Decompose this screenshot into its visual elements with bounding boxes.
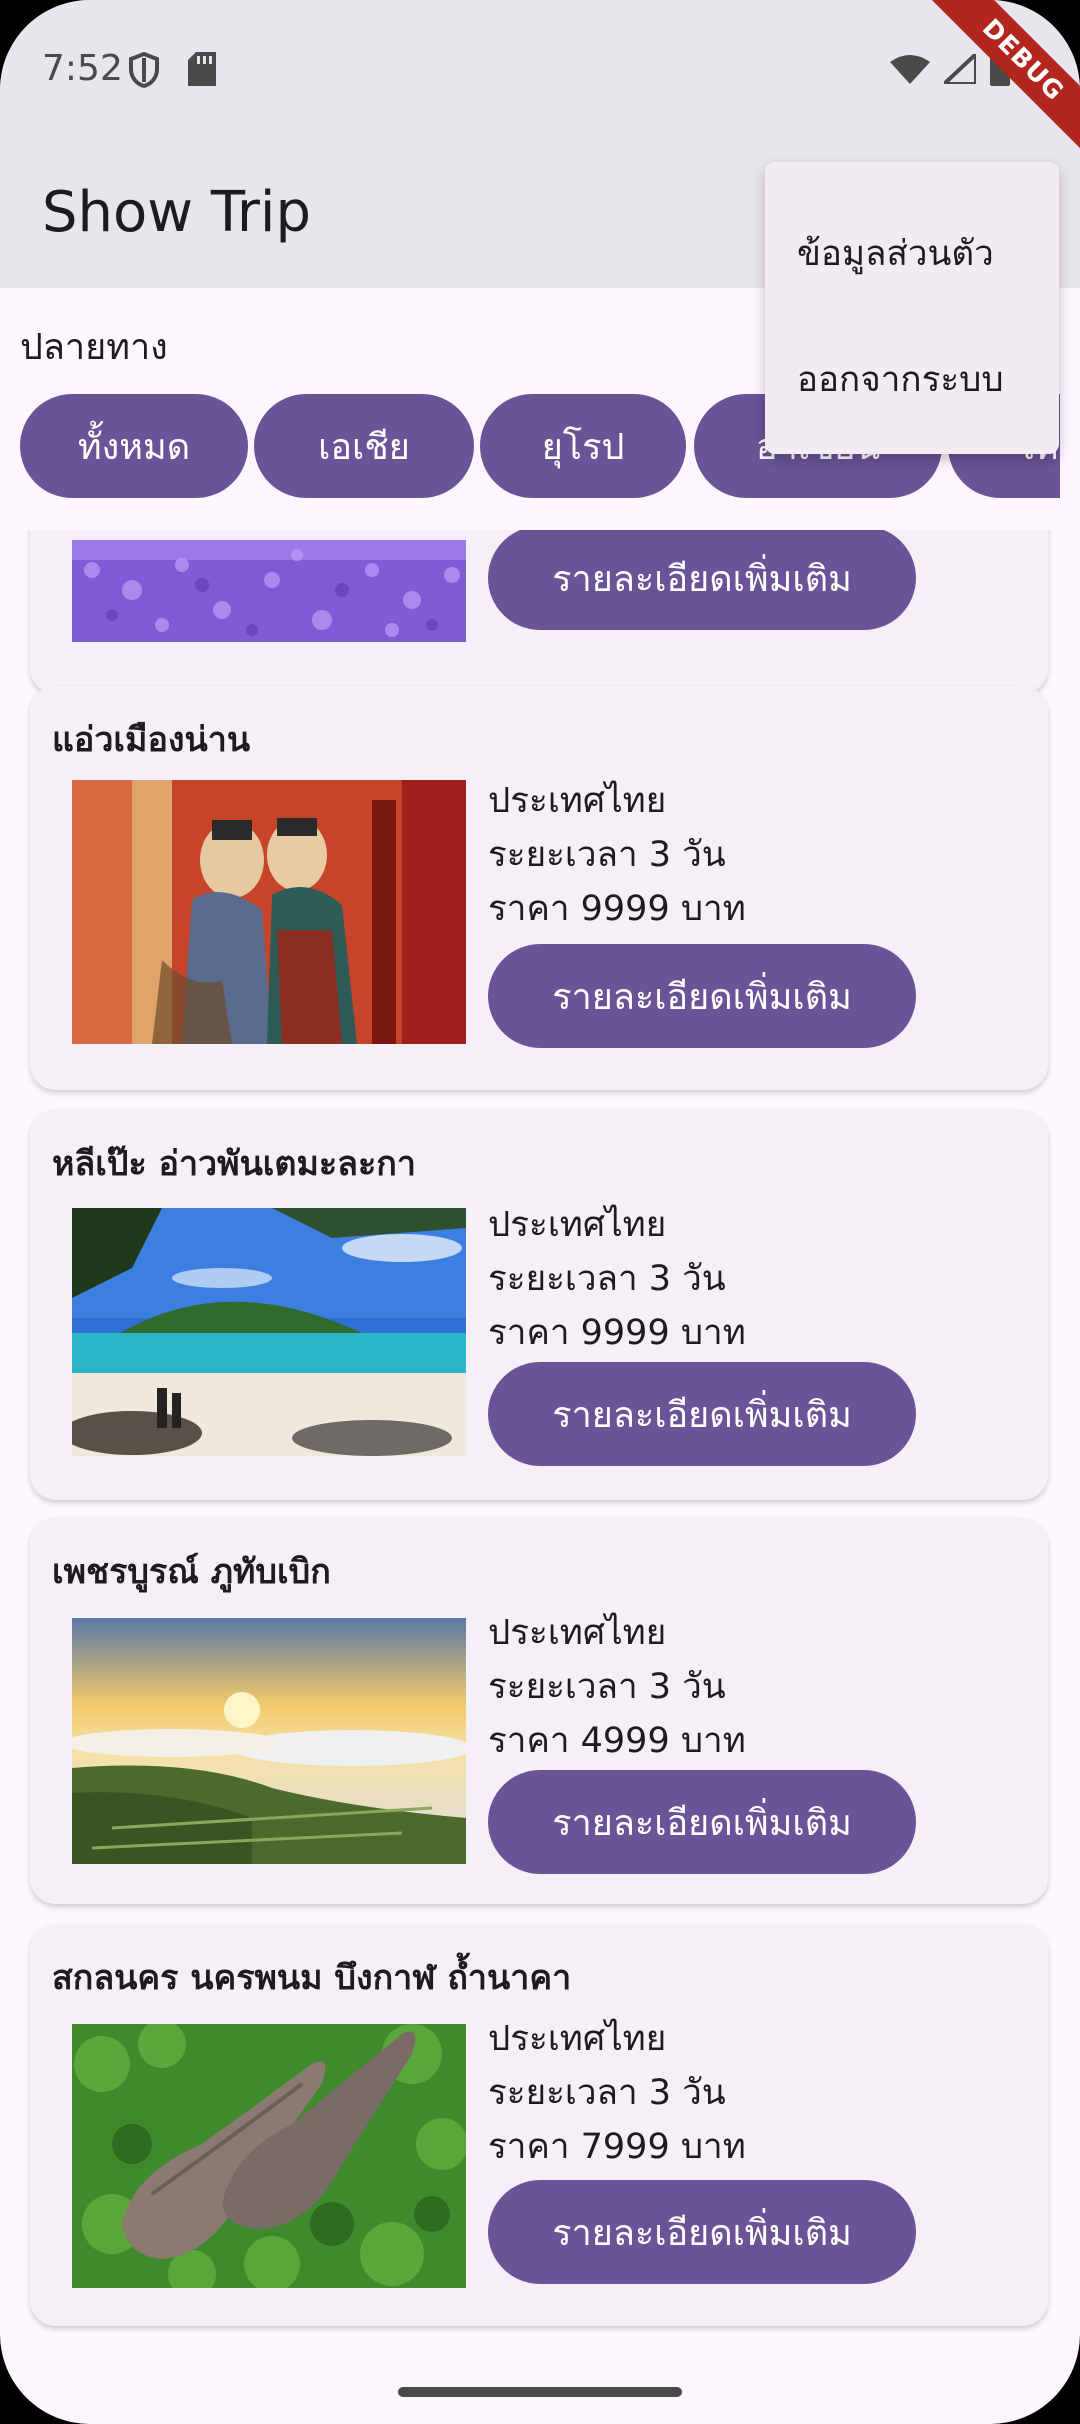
shield-icon xyxy=(128,51,160,92)
trip-duration: ระยะเวลา 3 วัน xyxy=(488,835,726,875)
trip-card: สกลนคร นครพนม บึงกาฬ ถ้ำนาคา ประเทศไทย ร… xyxy=(30,1924,1048,2326)
trip-price: ราคา 7999 บาท xyxy=(488,2127,746,2167)
trip-country: ประเทศไทย xyxy=(488,1613,667,1653)
trip-detail-button[interactable]: รายละเอียดเพิ่มเติม xyxy=(488,530,916,630)
trip-country: ประเทศไทย xyxy=(488,1205,667,1245)
trip-info: ประเทศไทย ระยะเวลา 3 วัน ราคา 9999 บาท xyxy=(488,774,746,936)
overflow-popup-menu: ข้อมูลส่วนตัว ออกจากระบบ xyxy=(765,162,1059,454)
trip-info: ประเทศไทย ระยะเวลา 3 วัน ราคา 4999 บาท xyxy=(488,1606,746,1768)
cellular-signal-icon xyxy=(938,49,978,88)
filter-label: ปลายทาง xyxy=(20,327,168,368)
status-time: 7:52 xyxy=(42,48,123,89)
trip-name: แอ่วเมืองน่าน xyxy=(52,720,251,760)
home-indicator[interactable] xyxy=(398,2387,682,2397)
chip-asia[interactable]: เอเชีย xyxy=(254,394,474,498)
phone-screen: รายละเอียดเพิ่มเติม แอ่วเมืองน่าน ประเทศ… xyxy=(0,0,1080,2424)
trip-info: ประเทศไทย ระยะเวลา 3 วัน ราคา 9999 บาท xyxy=(488,1198,746,1360)
trip-duration: ระยะเวลา 3 วัน xyxy=(488,1259,726,1299)
trip-image-phu-thap-boek xyxy=(72,1618,466,1864)
trip-image-lavender xyxy=(72,540,466,642)
trip-image-nan-mural xyxy=(72,780,466,1044)
trip-detail-button[interactable]: รายละเอียดเพิ่มเติม xyxy=(488,1770,916,1874)
trip-detail-button[interactable]: รายละเอียดเพิ่มเติม xyxy=(488,1362,916,1466)
trip-price: ราคา 9999 บาท xyxy=(488,889,746,929)
trip-image-lipe-beach xyxy=(72,1208,466,1456)
trip-country: ประเทศไทย xyxy=(488,2019,667,2059)
trip-price: ราคา 9999 บาท xyxy=(488,1313,746,1353)
trip-card: เพชรบูรณ์ ภูทับเบิก ประเทศไทย ระยะเวลา 3… xyxy=(30,1518,1048,1904)
trip-name: เพชรบูรณ์ ภูทับเบิก xyxy=(52,1552,331,1592)
trip-list[interactable]: รายละเอียดเพิ่มเติม แอ่วเมืองน่าน ประเทศ… xyxy=(0,530,1080,2424)
wifi-icon xyxy=(890,54,930,88)
menu-item-logout[interactable]: ออกจากระบบ xyxy=(797,352,1004,407)
page-title: Show Trip xyxy=(42,180,312,245)
trip-duration: ระยะเวลา 3 วัน xyxy=(488,1667,726,1707)
chip-all[interactable]: ทั้งหมด xyxy=(20,394,248,498)
trip-detail-button[interactable]: รายละเอียดเพิ่มเติม xyxy=(488,2180,916,2284)
menu-item-profile[interactable]: ข้อมูลส่วนตัว xyxy=(797,226,994,281)
trip-card: รายละเอียดเพิ่มเติม xyxy=(30,530,1048,694)
trip-name: สกลนคร นครพนม บึงกาฬ ถ้ำนาคา xyxy=(52,1958,572,1998)
trip-info: ประเทศไทย ระยะเวลา 3 วัน ราคา 7999 บาท xyxy=(488,2012,746,2174)
trip-image-naka-cave xyxy=(72,2024,466,2288)
trip-price: ราคา 4999 บาท xyxy=(488,1721,746,1761)
trip-detail-button[interactable]: รายละเอียดเพิ่มเติม xyxy=(488,944,916,1048)
trip-card: แอ่วเมืองน่าน ประเทศไทย ระยะเวลา 3 วัน ร… xyxy=(30,686,1048,1090)
trip-duration: ระยะเวลา 3 วัน xyxy=(488,2073,726,2113)
sd-card-icon xyxy=(188,52,216,90)
trip-name: หลีเป๊ะ อ่าวพันเตมะละกา xyxy=(52,1144,416,1184)
chip-europe[interactable]: ยุโรป xyxy=(480,394,686,498)
trip-country: ประเทศไทย xyxy=(488,781,667,821)
trip-card: หลีเป๊ะ อ่าวพันเตมะละกา ประเทศไทย ระยะเว… xyxy=(30,1110,1048,1500)
